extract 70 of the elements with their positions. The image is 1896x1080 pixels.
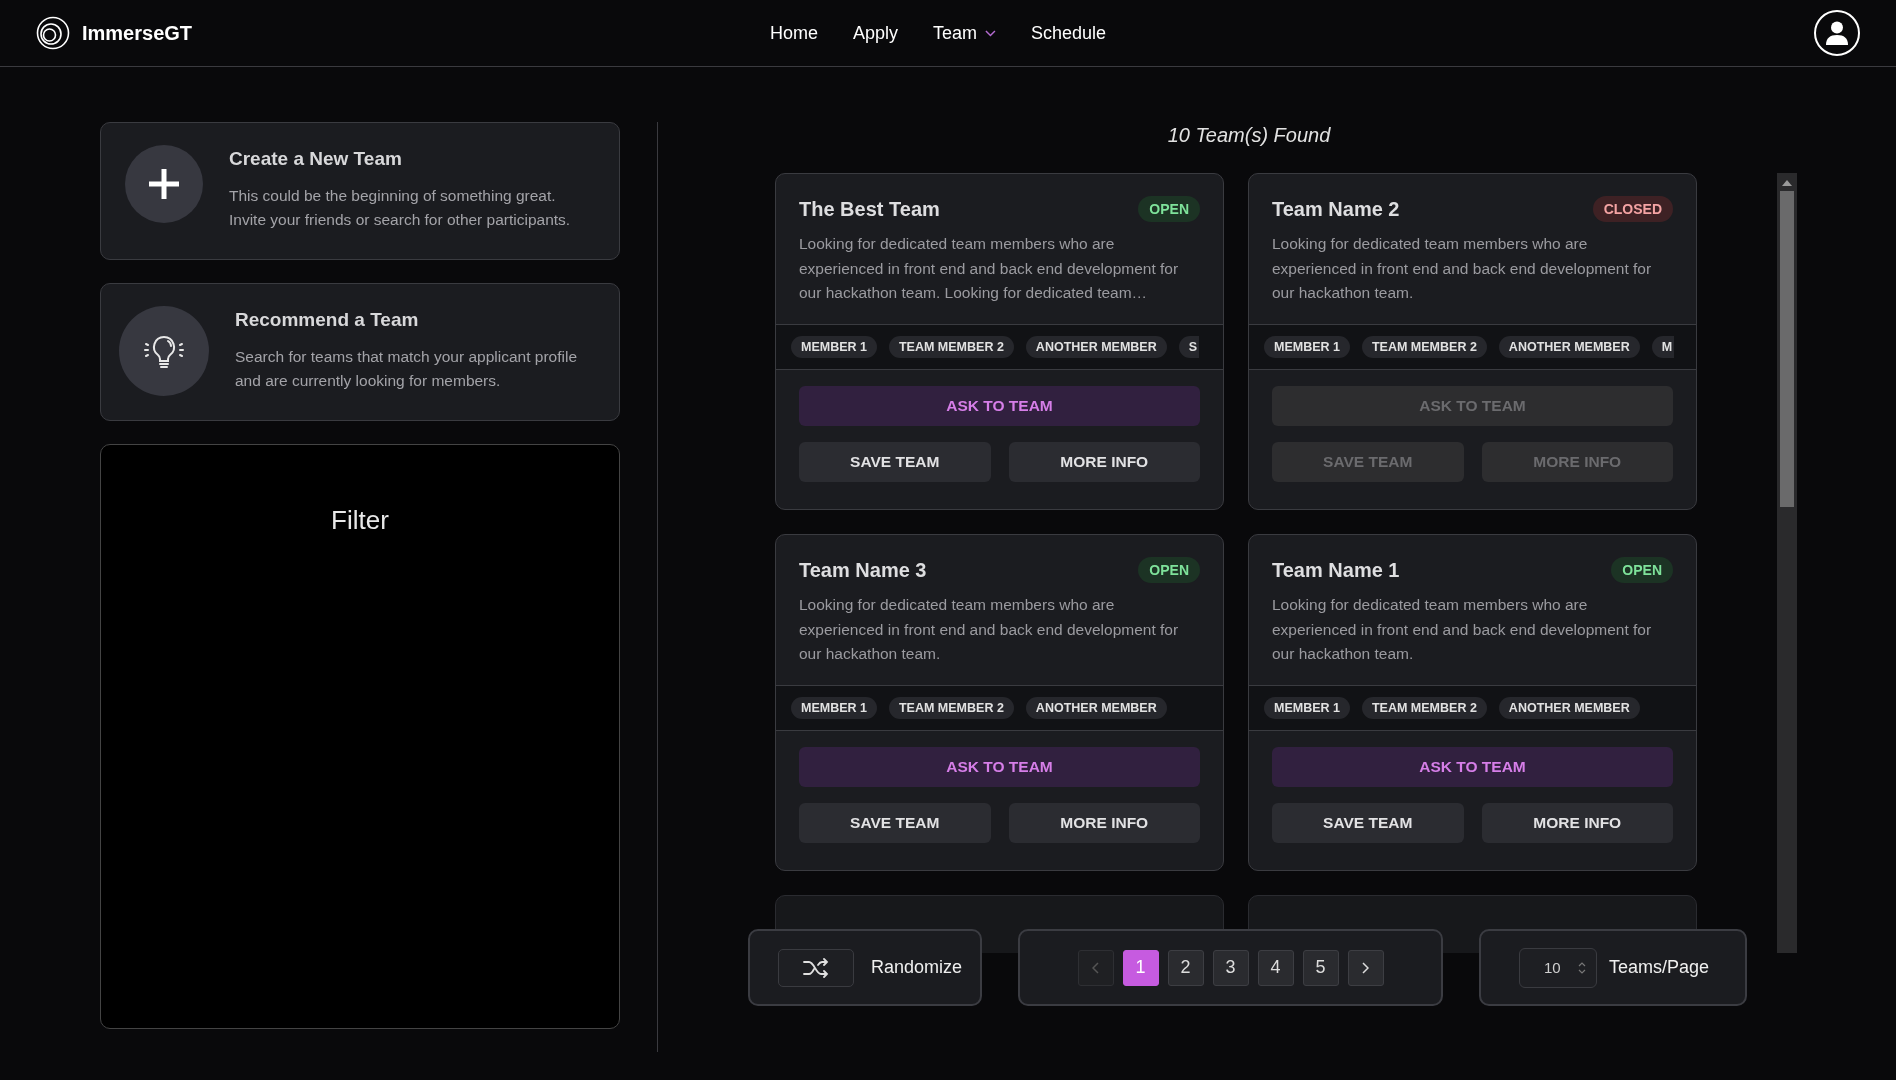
team-description: Looking for dedicated team members who are experienced in front end and back end development for our hackathon team. Looking for dedicated team…: [799, 234, 1180, 303]
member-tag: ANOTHER MEMBER: [1498, 697, 1640, 719]
nav-link[interactable]: Team: [933, 22, 996, 44]
nav-link[interactable]: Home: [769, 22, 818, 44]
filter-title: Filter: [331, 505, 389, 537]
results-count: 10 Team(s) Found: [1167, 124, 1331, 147]
nav-link[interactable]: Schedule: [1031, 22, 1107, 44]
more-info-button[interactable]: MORE INFO: [1008, 803, 1200, 843]
team-name: Team Name 1: [1272, 558, 1400, 582]
user-icon: [1826, 21, 1848, 45]
member-tag: TEAM MEMBER 2: [889, 336, 1014, 358]
member-tag: TEAM MEMBER 2: [1362, 336, 1487, 358]
member-tag: ANOTHER MEMBER: [1025, 697, 1167, 719]
save-team-button[interactable]: SAVE TEAM: [1272, 803, 1464, 843]
page-button[interactable]: 1: [1122, 949, 1159, 986]
chevron-left-icon: [1092, 961, 1099, 974]
more-info-button[interactable]: MORE INFO: [1481, 803, 1673, 843]
randomize-label: Randomize: [871, 957, 963, 978]
shuffle-button[interactable]: [778, 948, 854, 987]
user-avatar-button[interactable]: [1814, 10, 1860, 56]
page-button[interactable]: 3: [1212, 949, 1249, 986]
spinner-arrows-icon: [1578, 960, 1586, 975]
member-tag: MEMBER 1: [791, 697, 877, 719]
ask-to-team-button[interactable]: ASK TO TEAM: [799, 386, 1200, 426]
team-description: Looking for dedicated team members who are experienced in front end and back end development for our hackathon team.: [1272, 234, 1653, 303]
card-description: Search for teams that match your applicant profile and are currently looking for members.: [235, 347, 579, 391]
team-name: The Best Team: [799, 197, 940, 221]
chevron-right-icon: [1362, 961, 1369, 974]
member-tag: S: [1178, 336, 1200, 358]
brand-name: ImmerseGT: [82, 21, 193, 45]
logo-icon: [36, 16, 70, 50]
member-tag: TEAM MEMBER 2: [889, 697, 1014, 719]
team-name: Team Name 3: [799, 558, 927, 582]
status-badge: CLOSED: [1592, 196, 1673, 222]
page-button[interactable]: 2: [1167, 949, 1204, 986]
card-description: This could be the beginning of something great. Invite your friends or search for other participants.: [229, 186, 572, 230]
next-page-button[interactable]: [1347, 949, 1384, 986]
member-tag: ANOTHER MEMBER: [1498, 336, 1640, 358]
ask-to-team-button[interactable]: ASK TO TEAM: [1272, 747, 1673, 787]
member-tag: MEMBER 1: [1264, 336, 1350, 358]
member-tag: MEMBER 1: [791, 336, 877, 358]
team-name: Team Name 2: [1272, 197, 1400, 221]
chevron-down-icon: [985, 29, 996, 37]
member-tag: TEAM MEMBER 2: [1362, 697, 1487, 719]
action-card[interactable]: Create a New Team This could be the beginning of something great. Invite your friends or search for other participants.: [100, 122, 620, 260]
page-button[interactable]: 4: [1257, 949, 1294, 986]
team-description: Looking for dedicated team members who are experienced in front end and back end development for our hackathon team.: [1272, 595, 1653, 664]
page-size-label: Teams/Page: [1609, 957, 1710, 978]
team-description: Looking for dedicated team members who are experienced in front end and back end development for our hackathon team.: [799, 595, 1180, 664]
member-tag: M: [1651, 336, 1675, 358]
page-size-select[interactable]: 10: [1519, 947, 1597, 988]
scrollbar[interactable]: [1777, 173, 1797, 953]
status-badge: OPEN: [1611, 557, 1673, 583]
save-team-button[interactable]: SAVE TEAM: [799, 442, 991, 482]
status-badge: OPEN: [1138, 196, 1200, 222]
scrollbar-thumb[interactable]: [1780, 191, 1794, 507]
save-team-button[interactable]: SAVE TEAM: [799, 803, 991, 843]
member-tag: ANOTHER MEMBER: [1025, 336, 1167, 358]
status-badge: OPEN: [1138, 557, 1200, 583]
more-info-button[interactable]: MORE INFO: [1008, 442, 1200, 482]
shuffle-icon: [803, 957, 829, 978]
scroll-up-icon: [1782, 179, 1792, 187]
nav-link[interactable]: Apply: [852, 22, 898, 44]
member-tag: MEMBER 1: [1264, 697, 1350, 719]
page-button[interactable]: 5: [1302, 949, 1339, 986]
card-title: Create a New Team: [229, 148, 403, 170]
card-title: Recommend a Team: [235, 309, 420, 331]
plus-icon: [147, 167, 181, 201]
action-card[interactable]: Recommend a Team Search for teams that match your applicant profile and are currently looking for members.: [100, 283, 620, 421]
ask-to-team-button[interactable]: ASK TO TEAM: [799, 747, 1200, 787]
